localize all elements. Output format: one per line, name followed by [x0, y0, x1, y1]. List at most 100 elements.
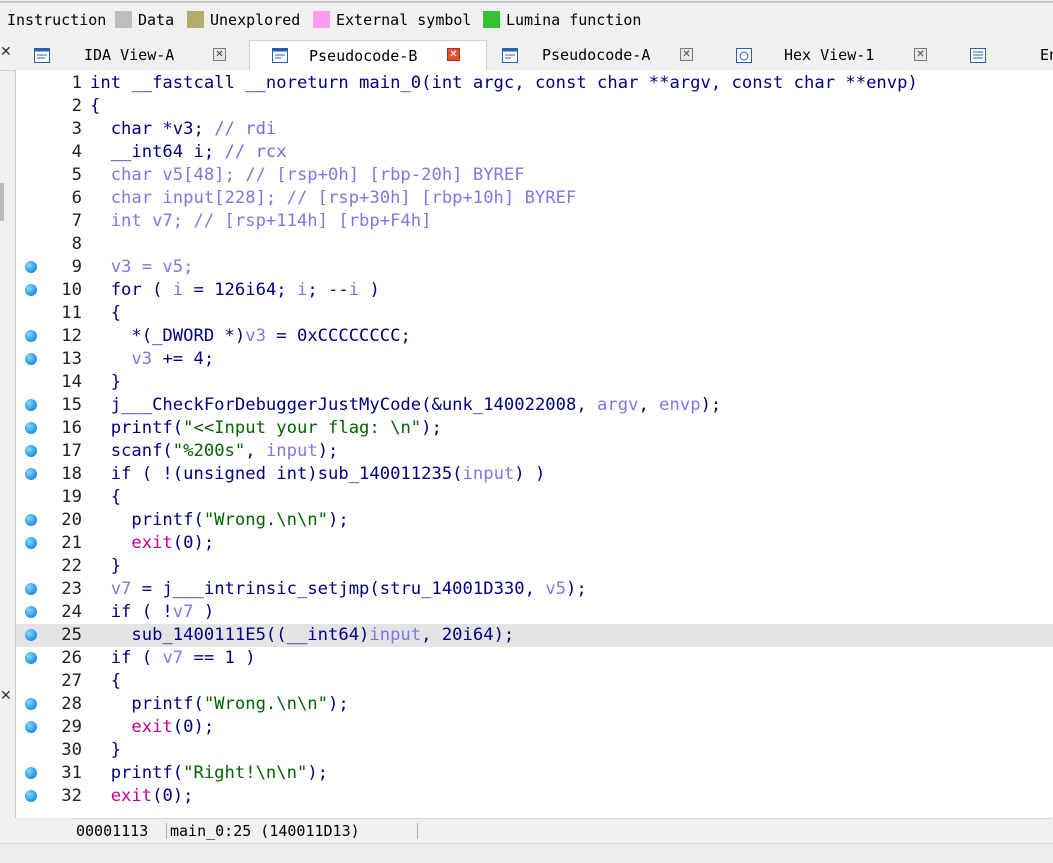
code-line[interactable]: 23 v7 = j___intrinsic_setjmp(stru_14001D…	[16, 578, 1053, 601]
status-bar: 00001113 main_0:25 (140011D13)	[72, 818, 1052, 843]
code-line[interactable]: 3 char *v3; // rdi	[16, 118, 1053, 141]
code-line[interactable]: 27 {	[16, 670, 1053, 693]
code-line[interactable]: 20 printf("Wrong.\n\n");	[16, 509, 1053, 532]
code-line[interactable]: 24 if ( !v7 )	[16, 601, 1053, 624]
code-line[interactable]: 26 if ( v7 == 1 )	[16, 647, 1053, 670]
line-number: 16	[61, 418, 82, 438]
close-icon[interactable]: ✕	[0, 688, 12, 704]
code-line[interactable]: 19 {	[16, 486, 1053, 509]
code-line[interactable]: 12 *(_DWORD *)v3 = 0xCCCCCCCC;	[16, 325, 1053, 348]
close-icon[interactable]: ✕	[447, 48, 460, 61]
code-token: );	[307, 763, 329, 783]
code-line[interactable]: 25 sub_1400111E5((__int64)input, 20i64);	[16, 624, 1053, 647]
left-scroll-marker[interactable]	[0, 183, 4, 221]
code-token: "Wrong.\n\n"	[203, 510, 329, 530]
line-number: 7	[71, 211, 82, 231]
line-number: 32	[61, 786, 82, 806]
code-token: = 126i64;	[183, 280, 297, 300]
legend-swatch	[187, 11, 204, 28]
code-line[interactable]: 22 }	[16, 555, 1053, 578]
code-line[interactable]: 32 exit(0);	[16, 785, 1053, 808]
code-token: scanf(	[90, 441, 173, 461]
code-line[interactable]: 5 char v5[48]; // [rsp+0h] [rbp-20h] BYR…	[16, 164, 1053, 187]
code-line[interactable]: 15 j___CheckForDebuggerJustMyCode(&unk_1…	[16, 394, 1053, 417]
code-line[interactable]: 11 {	[16, 302, 1053, 325]
line-number: 15	[61, 395, 82, 415]
code-token: input	[462, 464, 515, 484]
code-token: += 4;	[152, 349, 215, 369]
code-text: j___CheckForDebuggerJustMyCode(&unk_1400…	[90, 394, 722, 417]
code-text: {	[90, 302, 121, 325]
code-text: {	[90, 95, 100, 118]
pseudocode-icon	[272, 48, 288, 63]
line-number: 28	[61, 694, 82, 714]
code-line[interactable]: 28 printf("Wrong.\n\n");	[16, 693, 1053, 716]
legend-swatch	[483, 11, 500, 28]
close-icon[interactable]: ✕	[0, 44, 12, 60]
code-line[interactable]: 4 __int64 i; // rcx	[16, 141, 1053, 164]
line-number: 12	[61, 326, 82, 346]
code-line[interactable]: 21 exit(0);	[16, 532, 1053, 555]
tab-pseudocode-b[interactable]: Pseudocode-B ✕	[249, 40, 487, 72]
code-token: );	[700, 395, 722, 415]
enums-icon	[970, 48, 986, 63]
line-number: 24	[61, 602, 82, 622]
line-number: 8	[71, 234, 82, 254]
line-number: 29	[61, 717, 82, 737]
line-number: 11	[61, 303, 82, 323]
code-line[interactable]: 13 v3 += 4;	[16, 348, 1053, 371]
legend-label: External symbol	[336, 11, 472, 29]
code-line[interactable]: 29 exit(0);	[16, 716, 1053, 739]
ida-view-icon	[34, 48, 50, 63]
code-line[interactable]: 6 char input[228]; // [rsp+30h] [rbp+10h…	[16, 187, 1053, 210]
code-line[interactable]: 16 printf("<<Input your flag: \n");	[16, 417, 1053, 440]
code-text: v3 = v5;	[90, 256, 194, 279]
top-divider	[0, 1, 1053, 3]
code-token: == 1 )	[183, 648, 256, 668]
code-token: int v7; // [rsp+114h] [rbp+F4h]	[90, 211, 432, 231]
code-line[interactable]: 30 }	[16, 739, 1053, 762]
code-line[interactable]: 7 int v7; // [rsp+114h] [rbp+F4h]	[16, 210, 1053, 233]
code-token: (0);	[172, 717, 215, 737]
line-number: 27	[61, 671, 82, 691]
code-token: ; --	[307, 280, 349, 300]
code-token: for (	[90, 280, 173, 300]
legend-lumina-function: Lumina function	[483, 11, 641, 29]
code-token: )	[193, 602, 215, 622]
pseudocode-view[interactable]: 1 int __fastcall __noreturn main_0(int ar…	[15, 70, 1053, 818]
close-icon[interactable]: ✕	[213, 48, 226, 61]
code-token: *(_DWORD *)	[90, 326, 246, 346]
code-line[interactable]: 14 }	[16, 371, 1053, 394]
close-icon[interactable]: ✕	[914, 48, 927, 61]
tab-pseudocode-a[interactable]: Pseudocode-A ✕	[486, 41, 714, 69]
code-token: {	[90, 303, 122, 323]
code-line[interactable]: 9 v3 = v5;	[16, 256, 1053, 279]
code-token: exit	[90, 786, 153, 806]
code-text: char *v3; // rdi	[90, 118, 277, 141]
tab-bar: ✕ IDA View-A ✕ Pseudocode-B ✕ Pseudocode…	[0, 40, 1053, 72]
code-line[interactable]: 8	[16, 233, 1053, 256]
tab-ida-view-a[interactable]: IDA View-A ✕	[20, 41, 248, 69]
tab-hex-view-1[interactable]: Hex View-1 ✕	[715, 41, 943, 69]
legend-unexplored: Unexplored	[187, 11, 300, 29]
code-line[interactable]: 10 for ( i = 126i64; i; --i )	[16, 279, 1053, 302]
code-line[interactable]: 1 int __fastcall __noreturn main_0(int ar…	[16, 72, 1053, 95]
code-text: exit(0);	[90, 532, 214, 555]
close-icon[interactable]: ✕	[680, 48, 693, 61]
code-text: {	[90, 486, 121, 509]
code-token: );	[328, 510, 349, 530]
code-token: {	[90, 671, 122, 691]
line-number: 31	[61, 763, 82, 783]
code-token: v7	[90, 579, 132, 599]
code-line[interactable]: 17 scanf("%200s", input);	[16, 440, 1053, 463]
code-token: input	[265, 441, 318, 461]
code-line[interactable]: 31 printf("Right!\n\n");	[16, 762, 1053, 785]
code-token: );	[328, 694, 349, 714]
code-line[interactable]: 18 if ( !(unsigned int)sub_140011235(inp…	[16, 463, 1053, 486]
tab-enums[interactable]: En	[944, 41, 1053, 69]
code-line[interactable]: 2{	[16, 95, 1053, 118]
code-token: ,	[245, 441, 266, 461]
code-token: , 20i64);	[421, 625, 515, 645]
legend-swatch	[115, 11, 132, 28]
tab-label: En	[1040, 46, 1053, 64]
